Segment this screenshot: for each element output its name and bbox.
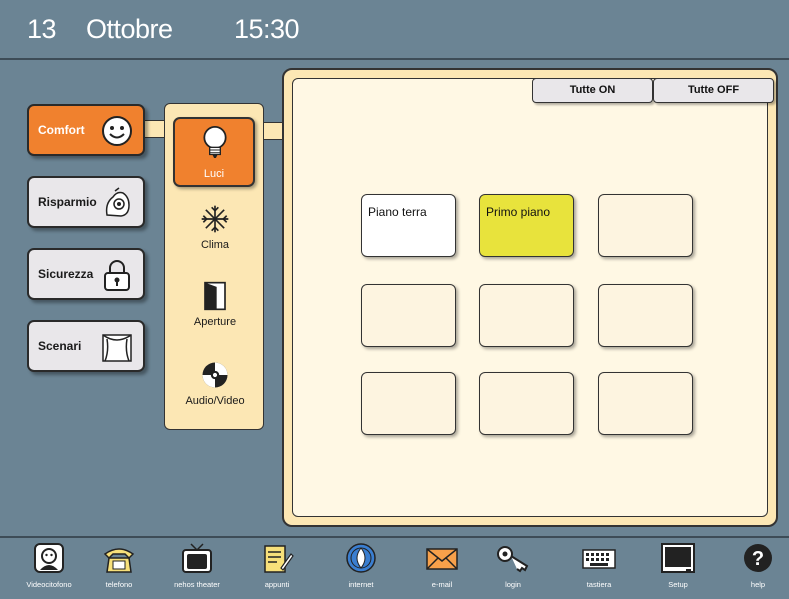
toolbar-label: tastiera <box>586 580 612 589</box>
top-bar: 13 Ottobre 15:30 <box>0 0 789 60</box>
theater-curtain-icon <box>102 334 132 362</box>
notepad-icon <box>264 545 294 573</box>
toolbar-label: internet <box>348 580 374 589</box>
svg-text:?: ? <box>752 548 764 570</box>
subcategory-luci[interactable]: Luci <box>173 117 255 187</box>
toolbar-label: telefono <box>105 580 133 589</box>
intercom-icon <box>34 543 64 573</box>
subcategory-label: Luci <box>203 168 225 180</box>
internet-button[interactable]: internet <box>321 542 401 589</box>
piggy-bank-icon <box>105 187 130 217</box>
connector-luci <box>262 122 284 140</box>
room-button[interactable] <box>361 372 456 435</box>
category-label: Sicurezza <box>38 267 94 281</box>
envelope-icon <box>426 548 458 570</box>
keyboard-icon <box>582 549 616 569</box>
lightbulb-icon <box>203 126 227 158</box>
subcategory-panel: Luci Clima Aperture Audio/Video <box>164 103 264 430</box>
bottom-toolbar: Videocitofono telefono nehos theater app… <box>0 536 789 599</box>
snowflake-icon <box>201 205 229 233</box>
toolbar-label: appunti <box>264 580 290 589</box>
date-day: 13 <box>27 14 57 44</box>
padlock-icon <box>104 260 130 291</box>
cd-icon <box>202 362 228 388</box>
telefono-button[interactable]: telefono <box>79 542 159 589</box>
subcategory-label: Aperture <box>193 316 237 328</box>
toolbar-label: login <box>505 580 521 589</box>
category-sicurezza[interactable]: Sicurezza <box>27 248 145 300</box>
toolbar-label: Setup <box>668 580 688 589</box>
room-button[interactable] <box>598 372 693 435</box>
category-comfort[interactable]: Comfort <box>27 104 145 156</box>
category-scenari[interactable]: Scenari <box>27 320 145 372</box>
tastiera-button[interactable]: tastiera <box>559 542 639 589</box>
appunti-button[interactable]: appunti <box>237 542 317 589</box>
subcategory-clima[interactable]: Clima <box>165 204 265 251</box>
email-button[interactable]: e-mail <box>402 542 482 589</box>
toolbar-label: help <box>750 580 766 589</box>
room-button[interactable]: Primo piano <box>479 194 574 257</box>
help-icon: ? <box>744 544 772 572</box>
room-button[interactable] <box>361 284 456 347</box>
login-button[interactable]: login <box>473 542 553 589</box>
subcategory-label: Audio/Video <box>185 395 245 407</box>
category-label: Scenari <box>38 339 82 353</box>
category-risparmio[interactable]: Risparmio <box>27 176 145 228</box>
subcategory-aperture[interactable]: Aperture <box>165 281 265 328</box>
tv-icon <box>182 543 212 573</box>
help-button[interactable]: ? help <box>718 542 789 589</box>
room-button[interactable] <box>479 372 574 435</box>
clock-time: 15:30 <box>234 14 300 44</box>
category-label: Comfort <box>38 123 85 137</box>
room-button[interactable]: Piano terra <box>361 194 456 257</box>
all-on-button[interactable]: Tutte ON <box>532 78 653 103</box>
date-month: Ottobre <box>86 14 173 44</box>
monitor-icon <box>661 543 695 573</box>
toolbar-label: e-mail <box>431 580 453 589</box>
toolbar-label: Videocitofono <box>26 580 72 589</box>
category-label: Risparmio <box>38 195 97 209</box>
all-off-button[interactable]: Tutte OFF <box>653 78 774 103</box>
subcategory-label: Clima <box>200 239 230 251</box>
room-button[interactable] <box>598 194 693 257</box>
globe-icon <box>346 543 376 573</box>
phone-icon <box>103 548 135 573</box>
room-button[interactable] <box>479 284 574 347</box>
toolbar-label: nehos theater <box>174 580 220 589</box>
subcategory-audio-video[interactable]: Audio/Video <box>165 360 265 407</box>
setup-button[interactable]: Setup <box>638 542 718 589</box>
key-icon <box>497 546 529 573</box>
nehos-theater-button[interactable]: nehos theater <box>157 542 237 589</box>
door-icon <box>204 281 226 311</box>
room-button[interactable] <box>598 284 693 347</box>
smiley-icon <box>102 116 132 146</box>
videocitofono-button[interactable]: Videocitofono <box>9 542 89 589</box>
